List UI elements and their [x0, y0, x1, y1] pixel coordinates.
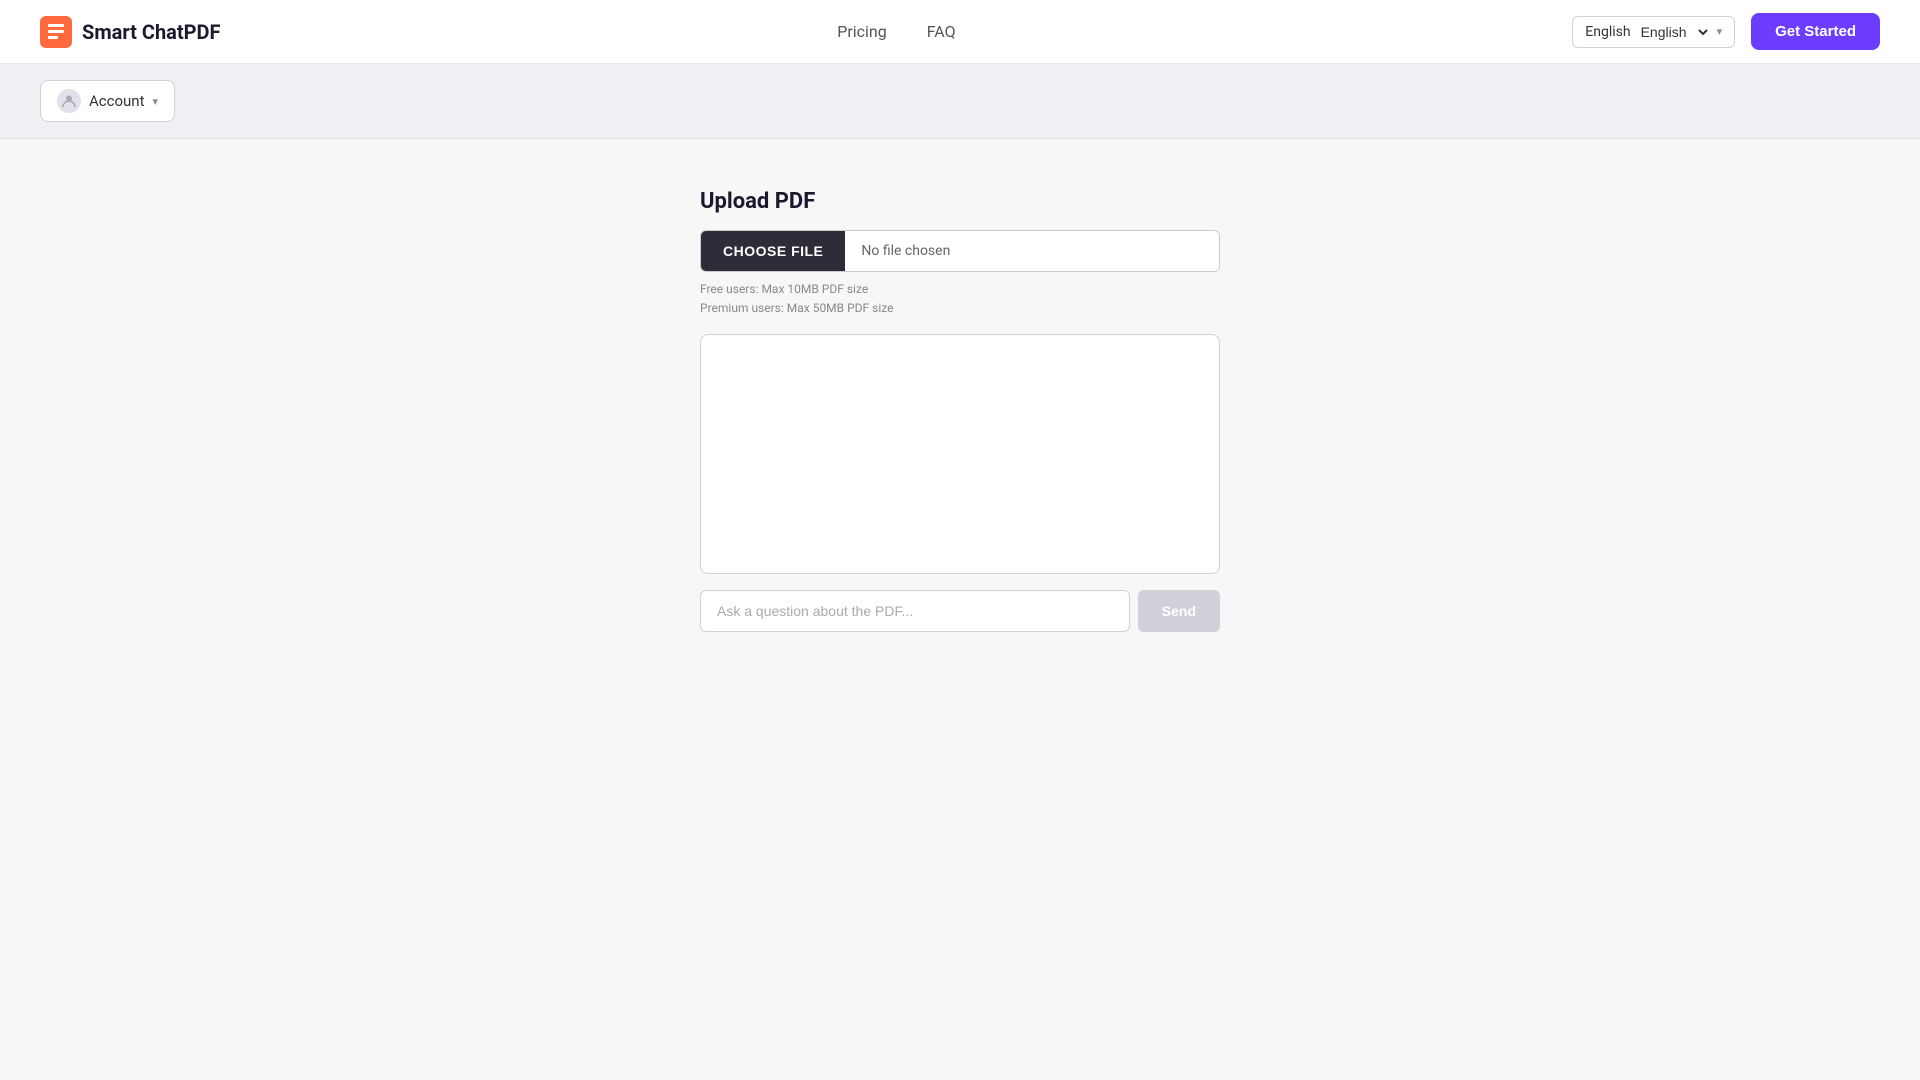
language-dropdown[interactable]: English Español Français Deutsch 中文 日本語 — [1637, 23, 1711, 41]
chevron-down-icon: ▾ — [1717, 25, 1723, 38]
account-avatar-icon — [57, 89, 81, 113]
chat-area — [700, 334, 1220, 574]
nav-pricing[interactable]: Pricing — [837, 22, 887, 41]
main-content: Upload PDF CHOOSE FILE No file chosen Fr… — [0, 139, 1920, 682]
file-limits: Free users: Max 10MB PDF size Premium us… — [700, 280, 1220, 318]
free-limit-text: Free users: Max 10MB PDF size — [700, 280, 1220, 299]
choose-file-button[interactable]: CHOOSE FILE — [701, 231, 845, 271]
subheader: Account ▾ — [0, 64, 1920, 139]
upload-title: Upload PDF — [700, 189, 1220, 214]
logo-icon — [40, 16, 72, 48]
file-input-row: CHOOSE FILE No file chosen — [700, 230, 1220, 272]
brand-name: Smart ChatPDF — [82, 20, 221, 44]
premium-limit-text: Premium users: Max 50MB PDF size — [700, 299, 1220, 318]
chevron-icon: ▾ — [153, 95, 159, 108]
question-input[interactable] — [700, 590, 1130, 632]
nav-faq[interactable]: FAQ — [927, 22, 956, 41]
account-dropdown[interactable]: Account ▾ — [40, 80, 175, 122]
language-label: English — [1585, 24, 1630, 40]
upload-section: Upload PDF CHOOSE FILE No file chosen Fr… — [700, 189, 1220, 632]
get-started-button[interactable]: Get Started — [1751, 13, 1880, 50]
brand-area: Smart ChatPDF — [40, 16, 221, 48]
question-row: Send — [700, 590, 1220, 632]
language-selector[interactable]: English English Español Français Deutsch… — [1572, 16, 1735, 48]
file-name-display: No file chosen — [845, 231, 1219, 271]
header: Smart ChatPDF Pricing FAQ English Englis… — [0, 0, 1920, 64]
account-label: Account — [89, 92, 145, 110]
send-button[interactable]: Send — [1138, 590, 1220, 632]
header-right: English English Español Français Deutsch… — [1572, 13, 1880, 50]
main-nav: Pricing FAQ — [837, 22, 955, 41]
